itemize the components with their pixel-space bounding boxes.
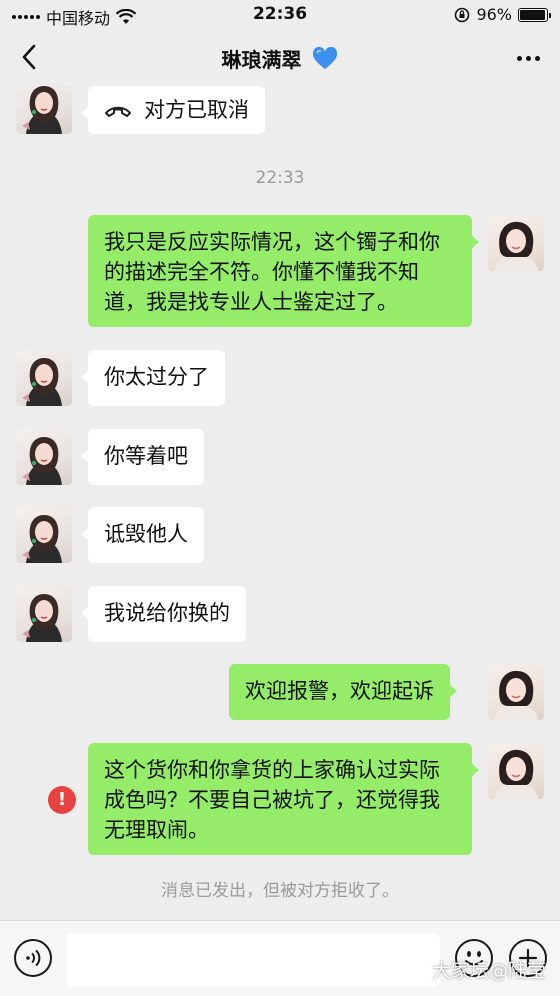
more-dot <box>516 55 522 61</box>
call-cancelled-bubble[interactable]: 对方已取消 <box>81 86 265 134</box>
more-dot <box>525 55 531 61</box>
watermark: 大家坛@陆莹 <box>431 960 546 982</box>
chat-area[interactable]: 对方已取消 22:33 我只是反应实际情况，这个镯子和你的描述完全不符。你懂不懂… <box>0 86 560 920</box>
chat-title: 琳琅满翠 <box>0 44 560 73</box>
blue-heart-icon <box>313 47 338 69</box>
rejected-system-message: 消息已发出，但被对方拒收了。 <box>161 881 399 901</box>
avatar-portrait-icon <box>494 670 538 720</box>
chat-title-text: 琳琅满翠 <box>221 48 302 72</box>
message-text: 这个货你和你拿货的上家确认过实际成色吗？不要自己被坑了，还觉得我无理取闹。 <box>104 758 440 842</box>
avatar-portrait-icon <box>22 86 62 134</box>
voice-icon <box>26 949 41 967</box>
message-text: 你太过分了 <box>104 365 209 389</box>
phone-hangup-icon <box>105 106 131 117</box>
message-input[interactable] <box>66 933 440 987</box>
status-right: 96% <box>454 5 551 24</box>
call-status-text: 对方已取消 <box>144 98 249 122</box>
orientation-lock-icon <box>455 7 470 22</box>
nav-bar: 琳琅满翠 <box>0 30 560 86</box>
avatar-portrait-icon <box>22 515 62 563</box>
message-bubble-other[interactable]: 你等着吧 <box>81 429 204 485</box>
more-options-button[interactable] <box>510 44 546 72</box>
avatar-portrait-icon <box>22 358 62 406</box>
message-text: 我说给你换的 <box>104 601 230 625</box>
message-timestamp: 22:33 <box>255 168 305 188</box>
message-text: 欢迎报警，欢迎起诉 <box>245 679 434 703</box>
contact-avatar[interactable] <box>16 429 72 485</box>
message-bubble-other[interactable]: 你太过分了 <box>81 350 225 406</box>
self-avatar[interactable] <box>488 215 544 271</box>
voice-input-button[interactable] <box>14 939 52 977</box>
avatar-portrait-icon <box>494 749 538 799</box>
battery-percent: 96% <box>476 5 512 24</box>
avatar-portrait-icon <box>22 437 62 485</box>
self-avatar[interactable] <box>488 664 544 720</box>
message-bubble-self[interactable]: 这个货你和你拿货的上家确认过实际成色吗？不要自己被坑了，还觉得我无理取闹。 <box>88 743 479 855</box>
contact-avatar[interactable] <box>16 507 72 563</box>
send-failed-icon[interactable]: ! <box>48 786 76 814</box>
message-bubble-self[interactable]: 我只是反应实际情况，这个镯子和你的描述完全不符。你懂不懂我不知道，我是找专业人士… <box>88 215 479 327</box>
avatar-portrait-icon <box>494 221 538 271</box>
more-dot <box>534 55 540 61</box>
message-text: 你等着吧 <box>104 444 188 468</box>
contact-avatar[interactable] <box>16 350 72 406</box>
message-bubble-other[interactable]: 我说给你换的 <box>81 586 246 642</box>
self-avatar[interactable] <box>488 743 544 799</box>
battery-icon <box>518 7 551 22</box>
battery-fill <box>520 9 545 20</box>
message-text: 我只是反应实际情况，这个镯子和你的描述完全不符。你懂不懂我不知道，我是找专业人士… <box>104 230 440 314</box>
message-bubble-self[interactable]: 欢迎报警，欢迎起诉 <box>229 664 457 720</box>
contact-avatar[interactable] <box>16 86 72 134</box>
avatar-portrait-icon <box>22 594 62 642</box>
message-bubble-other[interactable]: 诋毁他人 <box>81 507 204 563</box>
contact-avatar[interactable] <box>16 586 72 642</box>
status-bar: 中国移动 22:36 96% <box>0 0 560 30</box>
message-text: 诋毁他人 <box>104 522 188 546</box>
